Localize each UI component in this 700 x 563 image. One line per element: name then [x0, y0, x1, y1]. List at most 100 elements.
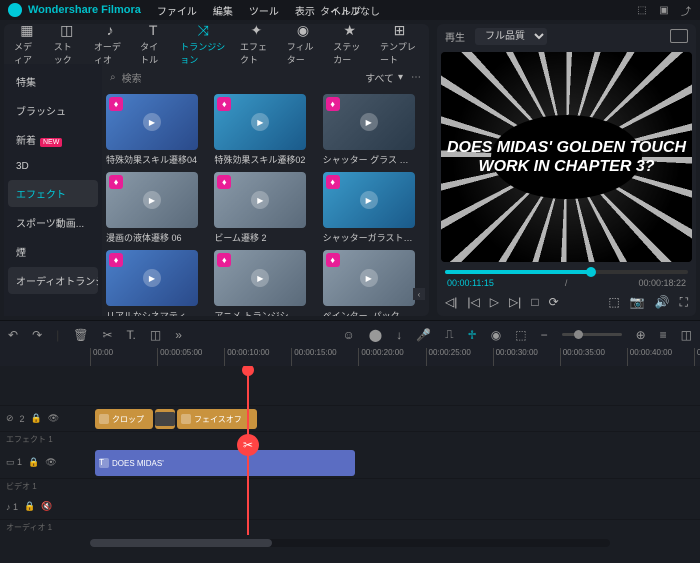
zoom-in-icon[interactable]: ⊕: [636, 328, 646, 342]
clip-faceoff[interactable]: フェイスオフ: [177, 409, 257, 429]
redo-icon[interactable]: ↷: [32, 328, 42, 342]
play-icon[interactable]: ▷: [490, 295, 499, 309]
sidebar-item-effect[interactable]: エフェクト: [8, 180, 98, 207]
more-icon[interactable]: ⋯: [411, 72, 421, 83]
transition-card[interactable]: ♦リアルなシネマティック エ...: [106, 250, 208, 316]
fullscreen-icon[interactable]: ⛶: [680, 295, 688, 310]
more-tools-icon[interactable]: »: [175, 328, 182, 342]
crop-icon[interactable]: ◫: [150, 328, 161, 342]
mic-icon[interactable]: 🎤: [416, 328, 431, 342]
mute-icon[interactable]: 🔇: [41, 501, 52, 512]
tab-effect[interactable]: ✦エフェクト: [234, 18, 279, 70]
tab-sticker[interactable]: ★ステッカー: [327, 18, 372, 70]
transition-card[interactable]: ♦特殊効果スキル遷移02: [214, 94, 316, 166]
search-input[interactable]: ⌕ 検索: [110, 70, 357, 85]
undo-icon[interactable]: ↶: [8, 328, 18, 342]
record-icon[interactable]: ⬤: [369, 328, 382, 342]
sidebar-item-new[interactable]: 新着NEW: [8, 126, 98, 153]
preview-video[interactable]: DOES MIDAS' GOLDEN TOUCH WORK IN CHAPTER…: [441, 52, 692, 262]
menu-edit[interactable]: 編集: [209, 1, 237, 20]
voice-icon[interactable]: ↓: [396, 328, 402, 342]
cut-icon[interactable]: ✂: [102, 328, 112, 342]
visible-icon[interactable]: 👁: [48, 413, 59, 424]
transition-card[interactable]: ♦漫画の液体遷移 06: [106, 172, 208, 244]
tab-template[interactable]: ⊞テンプレート: [374, 18, 425, 70]
group-icon[interactable]: ⬚: [515, 328, 526, 342]
progress-bar[interactable]: [445, 270, 688, 274]
step-back-icon[interactable]: |◁: [467, 295, 479, 309]
text-clip-icon: T: [99, 458, 109, 468]
transition-card[interactable]: ♦特殊効果スキル遷移04: [106, 94, 208, 166]
marker-icon[interactable]: ◉: [491, 328, 501, 342]
save-icon[interactable]: ⬚: [636, 4, 648, 16]
transition-card[interactable]: ♦シャッターガラストランジシ...: [323, 172, 425, 244]
lock-icon[interactable]: 🔒: [31, 413, 42, 424]
progress-handle[interactable]: [586, 267, 596, 277]
transition-card[interactable]: ♦ペインター_パック_トランジ...: [323, 250, 425, 316]
track-link-icon[interactable]: ⊘: [6, 413, 14, 424]
transition-card[interactable]: ♦ビーム遷移 2: [214, 172, 316, 244]
stop-icon[interactable]: □: [531, 295, 538, 309]
sidebar-item-audio-trans[interactable]: オーディオトランジ...: [8, 267, 98, 294]
clip-video[interactable]: TDOES MIDAS': [95, 450, 355, 476]
tab-title[interactable]: Tタイトル: [134, 18, 172, 70]
enhance-icon[interactable]: ♱: [468, 328, 477, 342]
sidebar-item-sports[interactable]: スポーツ動画...: [8, 209, 98, 236]
timeline: 00:00 00:00:05:00 00:00:10:00 00:00:15:0…: [0, 348, 700, 551]
snapshot-icon[interactable]: [670, 29, 688, 43]
timeline-scrollbar[interactable]: [90, 539, 610, 547]
lock-icon[interactable]: 🔒: [28, 457, 39, 468]
delete-icon[interactable]: 🗑: [73, 328, 88, 342]
menu-view[interactable]: 表示: [291, 1, 319, 20]
text-icon[interactable]: T.: [127, 328, 136, 342]
settings-icon[interactable]: ◫: [681, 328, 692, 342]
layout-icon[interactable]: ≡: [660, 328, 667, 342]
tab-filter[interactable]: ◉フィルター: [281, 18, 326, 70]
ai-icon[interactable]: ☺: [342, 328, 354, 342]
export-icon[interactable]: ▣: [658, 4, 670, 16]
menu-tools[interactable]: ツール: [245, 1, 283, 20]
lock-icon[interactable]: 🔒: [24, 501, 35, 512]
clip-thumb[interactable]: [155, 409, 175, 429]
playhead[interactable]: ✂: [247, 366, 249, 535]
snapshot-button[interactable]: 📷: [630, 295, 645, 310]
upload-icon[interactable]: ⤴: [680, 4, 692, 16]
audio-track[interactable]: ♪ 1 🔒 🔇: [0, 494, 700, 520]
split-icon[interactable]: ✂: [237, 434, 259, 456]
collapse-left-icon[interactable]: ‹: [413, 288, 425, 300]
premium-icon: ♦: [109, 253, 123, 267]
zoom-slider[interactable]: [562, 333, 622, 336]
step-fwd-icon[interactable]: ▷|: [509, 295, 521, 309]
clip-crop[interactable]: クロップ: [95, 409, 153, 429]
quality-select[interactable]: フル品質: [475, 28, 547, 45]
sidebar-item-3d[interactable]: 3D: [8, 155, 98, 178]
mixer-icon[interactable]: ⎍: [445, 327, 453, 342]
rewind-icon[interactable]: ◁|: [445, 295, 457, 309]
timeline-toolbar: ↶ ↷ | 🗑 ✂ T. ◫ » ☺ ⬤ ↓ 🎤 ⎍ ♱ ◉ ⬚ − ⊕ ≡ ◫: [0, 320, 700, 348]
effect-track[interactable]: ⊘2🔒👁 クロップ フェイスオフ: [0, 406, 700, 432]
ruler-tick: 00:00:40:00: [627, 348, 672, 366]
premium-icon: ♦: [326, 97, 340, 111]
timeline-ruler[interactable]: 00:00 00:00:05:00 00:00:10:00 00:00:15:0…: [0, 348, 700, 366]
loop-icon[interactable]: ⟳: [549, 295, 559, 309]
track-icon[interactable]: ♪ 1: [6, 502, 18, 512]
transition-card[interactable]: ♦アニメ トランジション 2: [214, 250, 316, 316]
tab-transition[interactable]: ⤨トランジション: [174, 18, 232, 70]
mark-in-icon[interactable]: ⬚: [608, 295, 619, 310]
transition-card[interactable]: ♦シャッター グラス パック ト...: [323, 94, 425, 166]
video-track[interactable]: ▭ 1 🔒 👁 TDOES MIDAS': [0, 447, 700, 479]
filter-dropdown[interactable]: すべて▾: [365, 70, 403, 85]
face-clip-icon: [181, 414, 191, 424]
menu-file[interactable]: ファイル: [153, 1, 201, 20]
volume-icon[interactable]: 🔊: [655, 295, 670, 310]
filter-icon: ◉: [295, 22, 311, 38]
visible-icon[interactable]: 👁: [45, 457, 56, 468]
sidebar-item-featured[interactable]: 特集: [8, 68, 98, 95]
zoom-out-icon[interactable]: −: [541, 328, 548, 342]
track-icon[interactable]: ▭ 1: [6, 457, 22, 468]
tab-stock[interactable]: ◫ストック: [48, 18, 86, 70]
sidebar-item-smoke[interactable]: 煙: [8, 238, 98, 265]
sidebar-item-brush[interactable]: ブラッシュ: [8, 97, 98, 124]
tab-media[interactable]: ▦メディア: [8, 18, 46, 70]
tab-audio[interactable]: ♪オーディオ: [88, 18, 132, 70]
